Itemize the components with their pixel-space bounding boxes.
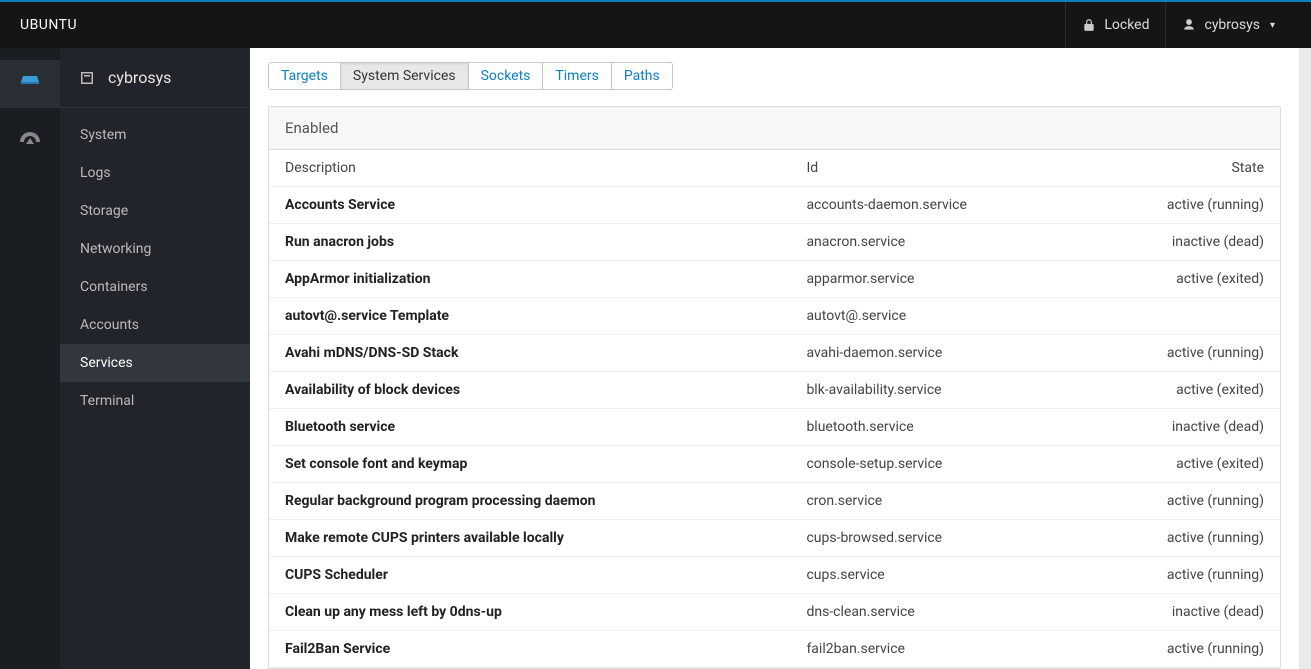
service-state: inactive (dead) (1083, 594, 1280, 631)
service-state: active (running) (1083, 187, 1280, 224)
sidebar-item-containers[interactable]: Containers (60, 268, 250, 306)
services-panel: Enabled Description Id State Accounts Se… (268, 106, 1281, 669)
locked-indicator[interactable]: Locked (1065, 2, 1165, 48)
sidebar-host-label: cybrosys (108, 68, 171, 87)
service-id: apparmor.service (790, 261, 1083, 298)
service-state: active (running) (1083, 631, 1280, 668)
service-id: cups-browsed.service (790, 520, 1083, 557)
service-id: fail2ban.service (790, 631, 1083, 668)
service-description: Fail2Ban Service (269, 631, 790, 668)
table-row[interactable]: Fail2Ban Servicefail2ban.serviceactive (… (269, 631, 1280, 668)
service-state: active (running) (1083, 483, 1280, 520)
sidebar-item-accounts[interactable]: Accounts (60, 306, 250, 344)
sidebar: cybrosys SystemLogsStorageNetworkingCont… (60, 48, 250, 669)
tab-targets[interactable]: Targets (268, 62, 341, 90)
service-id: avahi-daemon.service (790, 335, 1083, 372)
service-state: inactive (dead) (1083, 409, 1280, 446)
service-id: cups.service (790, 557, 1083, 594)
service-state: inactive (dead) (1083, 224, 1280, 261)
sidebar-item-services[interactable]: Services (60, 344, 250, 382)
service-description: Bluetooth service (269, 409, 790, 446)
service-description: AppArmor initialization (269, 261, 790, 298)
left-rail (0, 48, 60, 669)
table-row[interactable]: Set console font and keymapconsole-setup… (269, 446, 1280, 483)
service-id: cron.service (790, 483, 1083, 520)
lock-icon (1082, 18, 1096, 32)
col-description[interactable]: Description (269, 150, 790, 187)
panel-title: Enabled (269, 107, 1280, 150)
user-icon (1182, 18, 1196, 32)
sidebar-item-terminal[interactable]: Terminal (60, 382, 250, 420)
sidebar-item-storage[interactable]: Storage (60, 192, 250, 230)
sidebar-item-system[interactable]: System (60, 116, 250, 154)
table-row[interactable]: Make remote CUPS printers available loca… (269, 520, 1280, 557)
service-description: Run anacron jobs (269, 224, 790, 261)
service-id: dns-clean.service (790, 594, 1083, 631)
chevron-down-icon: ▾ (1270, 20, 1275, 31)
tab-sockets[interactable]: Sockets (468, 62, 544, 90)
tabs: TargetsSystem ServicesSocketsTimersPaths (268, 62, 1281, 90)
service-id: console-setup.service (790, 446, 1083, 483)
service-state: active (running) (1083, 335, 1280, 372)
sidebar-host-header[interactable]: cybrosys (60, 48, 250, 108)
table-row[interactable]: CUPS Schedulercups.serviceactive (runnin… (269, 557, 1280, 594)
service-description: Clean up any mess left by 0dns-up (269, 594, 790, 631)
table-row[interactable]: autovt@.service Templateautovt@.service (269, 298, 1280, 335)
user-menu[interactable]: cybrosys ▾ (1165, 2, 1291, 48)
service-description: CUPS Scheduler (269, 557, 790, 594)
service-description: Regular background program processing da… (269, 483, 790, 520)
col-state[interactable]: State (1083, 150, 1280, 187)
rail-dashboard-icon[interactable] (0, 116, 60, 164)
service-state: active (exited) (1083, 261, 1280, 298)
service-description: Avahi mDNS/DNS-SD Stack (269, 335, 790, 372)
table-row[interactable]: Avahi mDNS/DNS-SD Stackavahi-daemon.serv… (269, 335, 1280, 372)
user-label: cybrosys (1204, 17, 1259, 33)
table-row[interactable]: Availability of block devicesblk-availab… (269, 372, 1280, 409)
table-row[interactable]: Accounts Serviceaccounts-daemon.servicea… (269, 187, 1280, 224)
service-description: autovt@.service Template (269, 298, 790, 335)
col-id[interactable]: Id (790, 150, 1083, 187)
service-state (1083, 298, 1280, 335)
service-state: active (running) (1083, 520, 1280, 557)
tab-timers[interactable]: Timers (542, 62, 611, 90)
service-description: Availability of block devices (269, 372, 790, 409)
table-row[interactable]: Clean up any mess left by 0dns-updns-cle… (269, 594, 1280, 631)
service-id: accounts-daemon.service (790, 187, 1083, 224)
locked-label: Locked (1104, 17, 1149, 33)
service-id: anacron.service (790, 224, 1083, 261)
sidebar-item-networking[interactable]: Networking (60, 230, 250, 268)
service-description: Set console font and keymap (269, 446, 790, 483)
gauge-icon (18, 128, 42, 152)
service-state: active (running) (1083, 557, 1280, 594)
table-row[interactable]: AppArmor initializationapparmor.servicea… (269, 261, 1280, 298)
rail-host-icon[interactable] (0, 60, 60, 108)
brand-title: UBUNTU (20, 17, 77, 33)
tab-system-services[interactable]: System Services (340, 62, 469, 90)
table-row[interactable]: Bluetooth servicebluetooth.serviceinacti… (269, 409, 1280, 446)
host-icon (78, 69, 96, 87)
table-row[interactable]: Regular background program processing da… (269, 483, 1280, 520)
service-id: bluetooth.service (790, 409, 1083, 446)
service-state: active (exited) (1083, 372, 1280, 409)
sidebar-item-logs[interactable]: Logs (60, 154, 250, 192)
service-id: blk-availability.service (790, 372, 1083, 409)
table-row[interactable]: Run anacron jobsanacron.serviceinactive … (269, 224, 1280, 261)
server-icon (18, 72, 42, 96)
header: UBUNTU Locked cybrosys ▾ (0, 2, 1311, 48)
service-description: Accounts Service (269, 187, 790, 224)
tab-paths[interactable]: Paths (611, 62, 673, 90)
service-id: autovt@.service (790, 298, 1083, 335)
service-state: active (exited) (1083, 446, 1280, 483)
service-description: Make remote CUPS printers available loca… (269, 520, 790, 557)
main-content: TargetsSystem ServicesSocketsTimersPaths… (250, 48, 1311, 669)
services-table: Description Id State Accounts Serviceacc… (269, 150, 1280, 668)
